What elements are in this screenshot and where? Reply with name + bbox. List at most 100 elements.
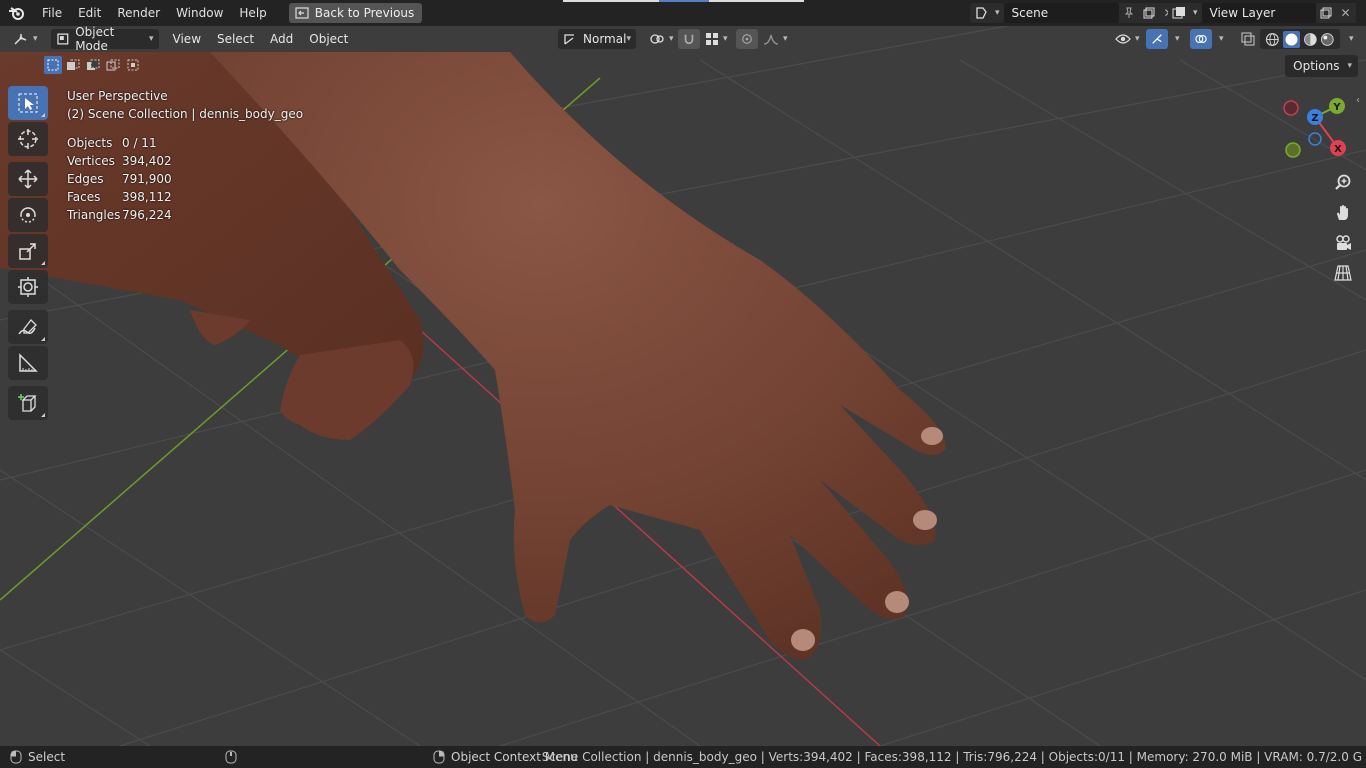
tool-shelf — [8, 86, 50, 422]
select-box-tool[interactable] — [8, 86, 48, 120]
view-layer-icon — [1172, 7, 1185, 19]
pivot-point-dropdown[interactable]: ▾ — [644, 29, 679, 49]
options-label: Options — [1293, 59, 1340, 73]
stat-row: Objects 0 / 11 — [67, 134, 303, 152]
gizmo-dropdown[interactable]: ▾ — [1166, 29, 1185, 49]
stat-value: 0 / 11 — [122, 136, 157, 150]
move-tool[interactable] — [8, 162, 48, 196]
stat-label: Vertices — [67, 154, 115, 168]
select-intersect-icon[interactable] — [124, 56, 142, 74]
scene-name-field[interactable]: Scene — [1003, 3, 1119, 23]
rotate-tool[interactable] — [8, 198, 48, 232]
overlays-icon — [1195, 35, 1207, 43]
pin-icon[interactable] — [1118, 3, 1139, 23]
new-view-layer-icon[interactable] — [1315, 3, 1336, 23]
status-left-mouse: Select — [10, 750, 65, 764]
select-box-icon — [18, 93, 38, 113]
foot-shape — [280, 340, 414, 440]
snap-target-dropdown[interactable]: ▾ — [700, 29, 733, 49]
overlays-dropdown[interactable]: ▾ — [1210, 29, 1229, 49]
shading-dropdown[interactable]: ▾ — [1340, 29, 1359, 49]
add-cube-icon — [18, 394, 37, 412]
menu-help[interactable]: Help — [231, 2, 274, 24]
menu-edit[interactable]: Edit — [70, 2, 109, 24]
snap-toggle[interactable] — [678, 29, 700, 49]
camera-view-button[interactable] — [1330, 230, 1356, 256]
top-menu-bar: File Edit Render Window Help Back to Pre… — [0, 0, 1366, 26]
gizmo-toggle[interactable] — [1146, 29, 1168, 49]
workspace-tabs[interactable] — [563, 0, 804, 2]
blender-logo-icon[interactable] — [0, 0, 34, 26]
select-subtract-icon[interactable] — [84, 56, 102, 74]
stat-value: 394,402 — [122, 154, 172, 168]
back-button-label: Back to Previous — [314, 6, 415, 20]
perspective-label: User Perspective — [67, 89, 168, 103]
menu-object[interactable]: Object — [301, 29, 356, 49]
add-cube-tool[interactable] — [8, 386, 48, 420]
fingernail — [921, 427, 943, 445]
cursor-tool[interactable] — [8, 122, 48, 156]
pan-button[interactable] — [1330, 200, 1356, 226]
zoom-button[interactable] — [1330, 169, 1356, 195]
gizmo-icon — [1152, 34, 1162, 44]
falloff-curve-icon — [763, 34, 779, 45]
sidebar-toggle-icon[interactable]: ‹ — [1356, 95, 1360, 106]
stat-label: Edges — [67, 172, 104, 186]
navigation-gizmo[interactable]: Y Z X — [1280, 94, 1350, 160]
neg-x-handle — [1283, 100, 1299, 116]
grid-view-icon — [1334, 265, 1352, 281]
annotate-tool[interactable] — [8, 310, 48, 344]
menu-view[interactable]: View — [165, 29, 209, 49]
view-layer-selector[interactable]: ▾ — [1168, 3, 1202, 23]
menu-render[interactable]: Render — [109, 2, 168, 24]
stat-value: 398,112 — [122, 190, 172, 204]
stat-value: 791,900 — [122, 172, 172, 186]
status-bar: Select Object Context Menu Scene Collect… — [0, 746, 1366, 768]
transform-orientation-dropdown[interactable]: Normal ▾ — [558, 29, 636, 49]
object-mode-icon — [56, 33, 68, 45]
mouse-left-icon — [10, 750, 22, 764]
shading-buttons[interactable] — [1260, 29, 1340, 49]
select-new-icon[interactable] — [44, 56, 62, 74]
scene-selector[interactable]: ▾ — [970, 3, 1004, 23]
view-layer-field[interactable]: View Layer — [1201, 3, 1316, 23]
scene-statistics: Objects 0 / 11 Vertices 394,402 Edges 791,9… — [67, 134, 303, 224]
measure-tool[interactable] — [8, 346, 48, 380]
editor-type-icon — [14, 34, 27, 45]
fingernail — [791, 629, 815, 651]
close-view-layer-icon[interactable]: ✕ — [1335, 3, 1356, 23]
menu-add[interactable]: Add — [262, 29, 301, 49]
gizmo-z-label: Z — [1311, 113, 1318, 124]
transform-tool[interactable] — [8, 270, 48, 304]
stat-row: Vertices 394,402 — [67, 152, 303, 170]
falloff-dropdown[interactable]: ▾ — [758, 29, 793, 49]
proportional-edit-icon — [742, 34, 752, 44]
proportional-edit-toggle[interactable] — [736, 29, 758, 49]
transform-icon — [18, 277, 38, 297]
options-dropdown[interactable]: Options ▾ — [1285, 55, 1358, 77]
measure-icon — [19, 353, 38, 372]
rendered-shading-icon — [1321, 32, 1335, 46]
material-shading-icon — [1303, 32, 1317, 46]
menu-window[interactable]: Window — [168, 2, 231, 24]
new-scene-icon[interactable] — [1138, 3, 1159, 23]
zoom-icon — [1335, 174, 1351, 190]
select-extend-icon[interactable] — [64, 56, 82, 74]
mode-dropdown[interactable]: Object Mode ▾ — [50, 25, 159, 53]
gizmo-y-label: Y — [1332, 102, 1341, 113]
status-middle-mouse — [225, 750, 237, 764]
collection-label: (2) Scene Collection | dennis_body_geo — [67, 107, 304, 121]
editor-type-button[interactable]: ▾ — [8, 29, 43, 49]
xray-toggle[interactable] — [1236, 29, 1260, 49]
visibility-dropdown[interactable]: ▾ — [1110, 29, 1145, 49]
ortho-toggle-button[interactable] — [1330, 260, 1356, 286]
back-to-previous-button[interactable]: Back to Previous — [288, 3, 423, 23]
overlays-toggle[interactable] — [1190, 29, 1212, 49]
menu-select[interactable]: Select — [209, 29, 262, 49]
neg-y-handle — [1285, 142, 1301, 158]
status-select-label: Select — [28, 750, 66, 764]
menu-file[interactable]: File — [34, 2, 70, 24]
stat-label: Triangles — [67, 208, 121, 222]
select-invert-icon[interactable] — [104, 56, 122, 74]
scale-tool[interactable] — [8, 234, 48, 268]
